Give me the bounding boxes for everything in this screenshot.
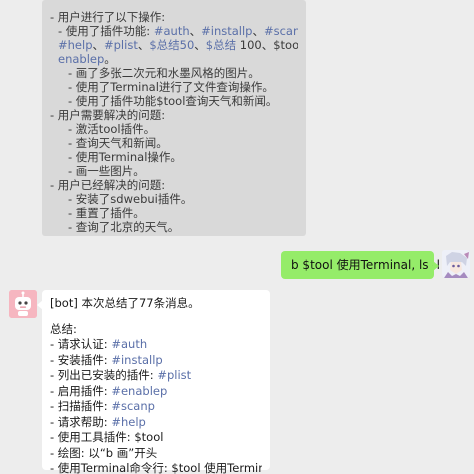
summary-line: - 绘图: 以“b 画”开头 — [50, 446, 262, 462]
line-text: - 使用了插件功能: — [58, 24, 154, 38]
summary-line: - 使用Terminal命令行: $tool 使用Terminal — [50, 461, 262, 474]
line-text: - 画了多张二次元和水墨风格的图片。 — [68, 66, 260, 80]
hashtag-link[interactable]: #scanp — [264, 24, 298, 38]
hashtag-link[interactable]: #plist — [157, 368, 191, 382]
quoted-line: - 重置了插件。 — [50, 206, 298, 220]
quoted-line: - 激活tool插件。 — [50, 122, 298, 136]
line-text: 。 — [104, 52, 116, 66]
hashtag-link[interactable]: #scanp — [111, 399, 155, 413]
quoted-line: - 使用了Terminal进行了文件查询操作。 — [50, 80, 298, 94]
line-text: - 画一些图片。 — [68, 164, 145, 178]
hashtag-link[interactable]: #auth — [154, 24, 190, 38]
bot-message-bubble[interactable]: [bot] 本次总结了77条消息。 总结: - 请求认证: #auth - 安装插… — [37, 290, 270, 474]
line-text: - 使用Terminal操作。 — [68, 150, 182, 164]
quoted-message-lines: - 用户进行了以下操作: - 使用了插件功能: #auth、#installp、#… — [50, 10, 298, 234]
line-text: - 使用了插件功能$tool查询天气和新闻。 — [68, 94, 278, 108]
summary-line: - 请求认证: #auth — [50, 337, 262, 353]
line-text: - 用户进行了以下操作: — [50, 10, 166, 24]
robot-avatar-icon — [9, 290, 37, 318]
quoted-line: - 用户已经解决的问题: — [50, 178, 298, 192]
hashtag-link[interactable]: #auth — [111, 337, 147, 351]
hashtag-link[interactable]: #enablep — [111, 384, 167, 398]
line-text: - 使用工具插件: $tool — [50, 430, 164, 444]
quoted-line: - 用户进行了以下操作: — [50, 10, 298, 24]
quoted-line: - 安装了sdwebui插件。 — [50, 192, 298, 206]
hashtag-link[interactable]: #installp — [111, 353, 162, 367]
line-text: 100、$tool、 — [239, 38, 298, 52]
line-text: - 用户已经解决的问题: — [50, 178, 166, 192]
quoted-message[interactable]: - 用户进行了以下操作: - 使用了插件功能: #auth、#installp、#… — [42, 0, 306, 236]
hashtag-link[interactable]: #plist — [104, 38, 138, 52]
line-text: - 列出已安装的插件: — [50, 368, 158, 382]
line-text: - 安装插件: — [50, 352, 112, 367]
hashtag-link[interactable]: #help — [58, 38, 93, 52]
quoted-line: - 画了多张二次元和水墨风格的图片。 — [50, 66, 298, 80]
quoted-line: - 查询了北京的天气。 — [50, 220, 298, 234]
quoted-line: - 画一些图片。 — [50, 164, 298, 178]
user-message-text: b $tool 使用Terminal, ls -l — [291, 258, 441, 272]
line-text: 、 — [252, 24, 264, 38]
line-text: - 请求认证: — [50, 337, 112, 351]
bot-summary-title: 总结: — [50, 321, 77, 336]
bot-avatar[interactable] — [9, 290, 37, 318]
bot-summary-lines: - 请求认证: #auth - 安装插件: #installp - 列出已安装的插件… — [50, 337, 262, 474]
line-text: 、 — [137, 38, 150, 52]
line-text: 、 — [92, 38, 105, 52]
user-message-bubble[interactable]: b $tool 使用Terminal, ls -l — [281, 251, 440, 279]
quoted-line: - 用户需要解决的问题: — [50, 108, 298, 122]
quoted-line: enablep。 — [50, 52, 298, 66]
line-text: - 请求帮助: — [50, 414, 112, 429]
summary-line: - 启用插件: #enablep — [50, 384, 262, 400]
line-text: - 查询了北京的天气。 — [68, 220, 180, 234]
hashtag-link[interactable]: #help — [111, 415, 146, 429]
line-text: 、 — [189, 24, 202, 38]
chat-window: - 用户进行了以下操作: - 使用了插件功能: #auth、#installp、#… — [0, 0, 474, 474]
quoted-line: #help、#plist、$总结50、$总结 100、$tool、# — [50, 38, 298, 52]
line-text: - 激活tool插件。 — [68, 122, 156, 136]
line-text: - 绘图: 以“b 画”开头 — [50, 445, 158, 460]
hashtag-link[interactable]: $总结50 — [149, 38, 194, 52]
summary-line: - 安装插件: #installp — [50, 353, 262, 369]
line-text: - 安装了sdwebui插件。 — [68, 192, 193, 206]
hashtag-link[interactable]: enablep — [58, 52, 104, 66]
bot-message-header: [bot] 本次总结了77条消息。 — [50, 296, 200, 310]
user-avatar[interactable] — [442, 250, 470, 278]
hashtag-link[interactable]: $总结 — [206, 38, 236, 52]
quoted-line: - 使用Terminal操作。 — [50, 150, 298, 164]
line-text: - 使用了Terminal进行了文件查询操作。 — [68, 80, 274, 94]
summary-line: - 列出已安装的插件: #plist — [50, 368, 262, 384]
summary-line: - 请求帮助: #help — [50, 415, 262, 431]
anime-character-avatar-icon — [442, 250, 470, 278]
line-text: - 查询天气和新闻。 — [68, 136, 168, 150]
quoted-line: - 使用了插件功能$tool查询天气和新闻。 — [50, 94, 298, 108]
line-text: - 重置了插件。 — [68, 206, 145, 220]
line-text: - 用户需要解决的问题: — [50, 108, 166, 122]
summary-line: - 扫描插件: #scanp — [50, 399, 262, 415]
line-text: - 扫描插件: — [50, 399, 112, 413]
line-text: - 启用插件: — [50, 383, 112, 398]
quoted-line: - 查询天气和新闻。 — [50, 136, 298, 150]
summary-line: - 使用工具插件: $tool — [50, 430, 262, 446]
quoted-line: - 使用了插件功能: #auth、#installp、#scanp、 — [50, 24, 298, 38]
line-text: 、 — [194, 38, 206, 52]
line-text: - 使用Terminal命令行: $tool 使用Terminal — [50, 461, 262, 474]
hashtag-link[interactable]: #installp — [201, 24, 252, 38]
